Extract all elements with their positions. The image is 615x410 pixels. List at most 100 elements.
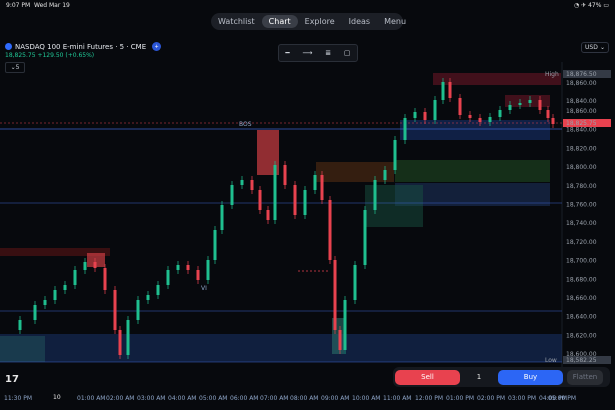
time-tick-label: 08:00 AM <box>290 395 318 402</box>
buy-button[interactable]: Buy <box>498 369 563 385</box>
candle-body <box>498 110 502 117</box>
price-tick-label: 18,800.00 <box>566 164 597 171</box>
candle-body <box>186 265 190 270</box>
demand-zone <box>0 334 562 362</box>
price-tick-label: 18,720.00 <box>566 239 597 246</box>
price-tick-label: 18,840.00 <box>566 127 597 134</box>
time-tick-label: 03:00 PM <box>508 395 536 402</box>
time-tick-label: 04:00 AM <box>168 395 196 402</box>
order-block-zone <box>400 120 550 140</box>
time-tick-label: 02:00 PM <box>477 395 505 402</box>
candle-body <box>53 290 57 300</box>
price-label-value: 18,825.75 <box>566 120 597 127</box>
price-tick-label: 18,780.00 <box>566 183 597 190</box>
time-tick-label: 10:00 AM <box>352 395 380 402</box>
candle-body <box>166 270 170 285</box>
price-tick-label: 18,860.00 <box>566 108 597 115</box>
candle-body <box>538 100 542 110</box>
candle-body <box>303 190 307 215</box>
candle-body <box>266 210 270 220</box>
price-axis: 18,860.00 18,840.00 18,820.00 18,800.00 18,7… <box>566 108 597 377</box>
candle-body <box>83 262 87 270</box>
candle-body <box>136 300 140 320</box>
candle-body <box>156 285 160 295</box>
time-tick-label: 06:00 AM <box>230 395 258 402</box>
candle-body <box>126 320 130 355</box>
supply-zone <box>433 73 561 85</box>
candle-body <box>363 210 367 265</box>
candle-body <box>18 320 22 330</box>
price-label-value: 18,582.25 <box>566 357 597 364</box>
candle-body <box>551 118 555 124</box>
candle-body <box>313 175 317 190</box>
candle-body <box>383 170 387 180</box>
candle-body <box>393 140 397 170</box>
time-tick-label: 01:00 AM <box>77 395 105 402</box>
candle-body <box>413 112 417 118</box>
candle-body <box>488 117 492 122</box>
time-tick-label: 11:30 PM <box>4 395 32 402</box>
candle-body <box>423 112 427 120</box>
candle-body <box>441 82 445 100</box>
bos-label: BOS <box>239 121 252 128</box>
candle-body <box>478 118 482 122</box>
candle-body <box>433 100 437 120</box>
price-tick-label: 18,680.00 <box>566 276 597 283</box>
time-tick-label: 07:00 AM <box>260 395 288 402</box>
candle-body <box>213 230 217 260</box>
price-tick-label: 18,660.00 <box>566 295 597 302</box>
candle-body <box>118 330 122 355</box>
candle-body <box>103 268 107 290</box>
tradingview-logo-icon: 17 <box>5 374 19 385</box>
price-tick-label: 18,700.00 <box>566 258 597 265</box>
price-tick-label: 18,640.00 <box>566 314 597 321</box>
price-label-value: 18,876.50 <box>566 71 597 78</box>
candle-body <box>146 295 150 300</box>
price-label-name: High <box>545 71 559 78</box>
price-tick-label: 18,620.00 <box>566 332 597 339</box>
candle-body <box>43 300 47 305</box>
price-label-value: 18,860.00 <box>566 80 597 87</box>
candle-body <box>283 165 287 185</box>
candle-body <box>93 262 97 268</box>
time-tick-label: 01:00 PM <box>446 395 474 402</box>
axis-first-label: 10 <box>53 394 61 401</box>
candle-body <box>33 305 37 320</box>
candle-body <box>240 180 244 185</box>
candle-body <box>508 105 512 110</box>
candle-body <box>448 82 452 98</box>
candle-body <box>458 98 462 115</box>
time-tick-label: 12:00 PM <box>415 395 443 402</box>
price-tick-label: 18,820.00 <box>566 145 597 152</box>
price-label-value: 18,840.00 <box>566 98 597 105</box>
price-label-name: Low <box>545 357 557 364</box>
candle-body <box>230 185 234 205</box>
time-tick-label: 11:00 AM <box>383 395 411 402</box>
time-tick-label: 03:00 AM <box>137 395 165 402</box>
candle-body <box>250 180 254 190</box>
time-tick-label: 05:00 PM <box>548 395 576 402</box>
candle-body <box>333 260 337 330</box>
price-chart[interactable]: BOS VI 18,860.00 18,840.00 18,820.00 18,800… <box>0 0 615 410</box>
candle-body <box>353 265 357 300</box>
flatten-button[interactable]: Flatten <box>567 369 603 385</box>
candle-body <box>343 300 347 350</box>
candle-body <box>258 190 262 210</box>
candle-body <box>320 175 324 200</box>
fvg-zone <box>395 160 550 182</box>
candle-body <box>328 200 332 260</box>
fvg-zone <box>0 336 45 362</box>
candle-body <box>220 205 224 230</box>
candle-body <box>206 260 210 280</box>
candle-body <box>403 118 407 140</box>
candle-body <box>338 330 342 350</box>
fvg-zone <box>316 162 394 182</box>
candle-body <box>293 185 297 215</box>
candle-body <box>113 290 117 330</box>
quantity-field[interactable]: 1 <box>464 370 494 385</box>
candle-body <box>273 165 277 220</box>
candle-body <box>546 110 550 118</box>
candle-body <box>196 270 200 280</box>
candle-body <box>73 270 77 285</box>
sell-button[interactable]: Sell <box>395 369 460 385</box>
